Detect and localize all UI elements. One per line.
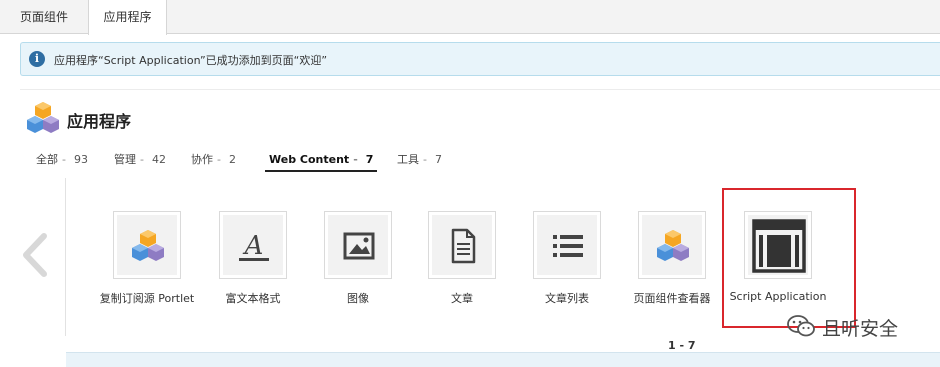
app-tile-image[interactable] (324, 211, 392, 279)
app-label: 文章列表 (545, 292, 589, 305)
category-sep: - (217, 153, 221, 166)
list-icon (553, 235, 583, 257)
app-label: 文章 (451, 292, 473, 305)
alert-message: 应用程序“Script Application”已成功添加到页面“欢迎” (54, 54, 328, 67)
pagination-range: 1 - 7 (668, 339, 696, 352)
category-sep: - (353, 153, 358, 166)
top-tab-bar: 页面组件 应用程序 (0, 0, 940, 35)
category-label: 协作 (191, 153, 213, 166)
section-divider (20, 89, 940, 90)
category-collaboration[interactable]: 协作 -2 (191, 148, 236, 172)
document-icon (451, 228, 476, 264)
info-icon: i (29, 51, 45, 67)
app-tile-article-list[interactable] (533, 211, 601, 279)
category-count: 7 (434, 153, 442, 166)
category-sep: - (423, 153, 427, 166)
app-label: 富文本格式 (225, 292, 281, 305)
app-label: 页面组件查看器 (633, 292, 711, 305)
page-title: 应用程序 (67, 112, 132, 131)
bottom-band (66, 352, 940, 367)
app-tile-copy-feed-portlet[interactable] (113, 211, 181, 279)
app-label: 图像 (347, 292, 369, 305)
image-icon (343, 232, 375, 260)
success-alert: i 应用程序“Script Application”已成功添加到页面“欢迎” (20, 42, 940, 76)
tab-page-components[interactable]: 页面组件 (0, 0, 88, 34)
category-label: Web Content (269, 153, 350, 166)
category-label: 工具 (397, 153, 419, 166)
category-label: 全部 (36, 153, 58, 166)
svg-text:A: A (243, 231, 264, 261)
watermark-text: 且听安全 (822, 318, 899, 340)
cubes-icon (657, 230, 689, 261)
category-web-content[interactable]: Web Content -7 (265, 148, 378, 172)
category-all[interactable]: 全部 -93 (36, 148, 88, 172)
category-count: 93 (73, 153, 88, 166)
cubes-icon (132, 230, 164, 261)
category-sep: - (62, 153, 66, 166)
category-admin[interactable]: 管理 -42 (114, 148, 166, 172)
category-label: 管理 (114, 153, 136, 166)
category-count: 2 (228, 153, 236, 166)
selection-highlight (722, 188, 856, 328)
wechat-icon (787, 315, 815, 337)
carousel-divider (65, 178, 66, 336)
app-label: 复制订阅源 Portlet (99, 292, 195, 305)
app-tile-portlet-viewer[interactable] (638, 211, 706, 279)
app-tile-rich-text[interactable]: A (219, 211, 287, 279)
category-tools[interactable]: 工具 -7 (397, 148, 442, 172)
tab-applications[interactable]: 应用程序 (88, 0, 167, 35)
chevron-left-icon[interactable] (18, 232, 54, 278)
category-sep: - (140, 153, 144, 166)
category-tabs: 全部 -93 管理 -42 协作 -2 Web Content -7 工具 -7 (30, 148, 470, 172)
app-tile-article[interactable] (428, 211, 496, 279)
category-count: 42 (151, 153, 166, 166)
cubes-icon (27, 102, 59, 133)
text-format-icon: A (239, 231, 269, 261)
category-count: 7 (365, 153, 374, 166)
